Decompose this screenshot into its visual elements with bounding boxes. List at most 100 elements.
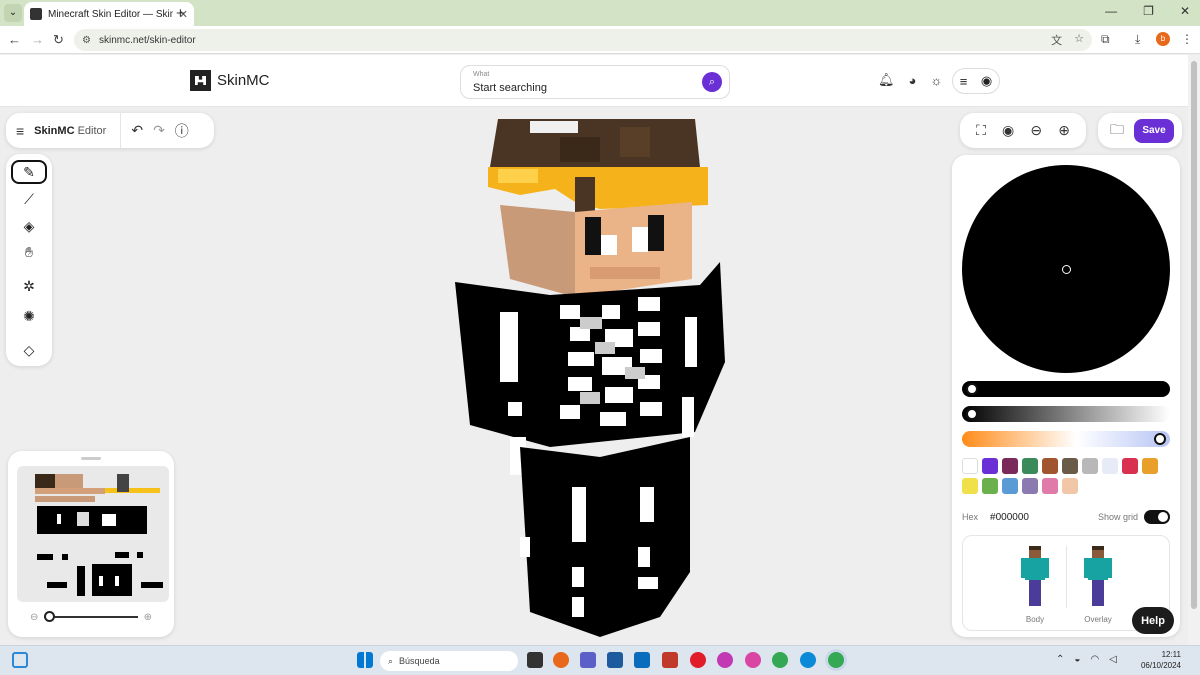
- body-layer-option[interactable]: Body: [1015, 544, 1055, 624]
- hamburger-icon[interactable]: ≡: [16, 123, 24, 139]
- bell-icon[interactable]: 🔔︎: [878, 72, 895, 88]
- hue-slider[interactable]: [962, 381, 1170, 397]
- eyedropper-tool-button[interactable]: ⟋: [11, 187, 47, 211]
- hand-tool-button[interactable]: ✋︎: [11, 240, 47, 264]
- forward-icon[interactable]: →: [31, 32, 44, 47]
- color-swatch[interactable]: [1042, 478, 1058, 494]
- mail-icon[interactable]: [634, 652, 650, 668]
- color-swatch[interactable]: [1062, 458, 1078, 474]
- widgets-icon[interactable]: [12, 652, 28, 668]
- color-swatch[interactable]: [1142, 458, 1158, 474]
- edge-icon[interactable]: [800, 652, 816, 668]
- undo-icon[interactable]: ↶: [131, 122, 143, 139]
- volume-icon[interactable]: ◁: [1109, 654, 1117, 665]
- chrome-icon[interactable]: [772, 652, 788, 668]
- recent-gradient-slider[interactable]: [962, 431, 1170, 447]
- page-scrollbar[interactable]: [1188, 55, 1200, 645]
- color-wheel[interactable]: [962, 165, 1170, 373]
- theme-sun-icon[interactable]: ☼: [930, 73, 942, 88]
- browser-tab-bar: ⌄ Minecraft Skin Editor — SkinMC ✕ + — ❐…: [0, 0, 1200, 26]
- eraser-tool-button[interactable]: ◇: [11, 338, 47, 362]
- firefox-icon[interactable]: [553, 652, 569, 668]
- eye-icon[interactable]: ◉: [1002, 122, 1014, 139]
- back-icon[interactable]: ←: [8, 32, 21, 47]
- folder-icon[interactable]: 🗀: [1110, 119, 1124, 143]
- download-icon[interactable]: ⤓: [1135, 32, 1140, 47]
- color-swatch[interactable]: [1002, 458, 1018, 474]
- color-swatch[interactable]: [1102, 458, 1118, 474]
- bucket-tool-button[interactable]: ◈: [11, 214, 47, 238]
- fullscreen-icon[interactable]: ⛶: [976, 122, 986, 139]
- color-swatch[interactable]: [1022, 458, 1038, 474]
- hex-input[interactable]: #000000: [990, 512, 1029, 523]
- darken-tool-button[interactable]: ✺: [11, 304, 47, 328]
- opera-gx-icon[interactable]: [717, 652, 733, 668]
- opera-icon[interactable]: [690, 652, 706, 668]
- color-swatch[interactable]: [1082, 458, 1098, 474]
- color-swatch[interactable]: [982, 458, 998, 474]
- site-info-icon[interactable]: ⚙: [82, 35, 91, 46]
- new-tab-button[interactable]: +: [176, 5, 185, 22]
- maximize-button[interactable]: ❐: [1143, 4, 1154, 18]
- color-swatch[interactable]: [1002, 478, 1018, 494]
- browser-menu-icon[interactable]: ⋮: [1181, 32, 1193, 46]
- lighten-tool-button[interactable]: ✲: [11, 274, 47, 298]
- pen-tool-button[interactable]: ✎: [11, 160, 47, 184]
- color-swatch[interactable]: [1122, 458, 1138, 474]
- account-menu-button[interactable]: ≡ ◉: [952, 68, 1000, 94]
- slider-knob[interactable]: [1154, 433, 1166, 445]
- lightness-slider[interactable]: [962, 406, 1170, 422]
- bookmark-star-icon[interactable]: ☆: [1074, 32, 1084, 48]
- tab-list-button[interactable]: ⌄: [4, 4, 22, 22]
- chevron-up-icon[interactable]: ⌃: [1056, 654, 1064, 665]
- color-swatch[interactable]: [1022, 478, 1038, 494]
- color-swatch[interactable]: [1062, 478, 1078, 494]
- extensions-icon[interactable]: ⧉: [1101, 32, 1110, 47]
- zoom-in-icon[interactable]: ⊕: [144, 612, 152, 623]
- minimize-button[interactable]: —: [1105, 4, 1117, 18]
- windows-start-icon[interactable]: [357, 652, 373, 668]
- profile-avatar[interactable]: b: [1156, 32, 1170, 46]
- browser-icon[interactable]: [745, 652, 761, 668]
- search-icon[interactable]: ⌕: [702, 72, 722, 92]
- help-button[interactable]: Help: [1132, 607, 1174, 634]
- slider-knob[interactable]: [44, 611, 56, 622]
- office-icon[interactable]: [662, 652, 678, 668]
- search-input[interactable]: What Start searching ⌕: [460, 65, 730, 99]
- chrome-active-icon[interactable]: [828, 652, 844, 668]
- redo-icon[interactable]: ↷: [153, 122, 165, 139]
- task-view-icon[interactable]: [527, 652, 543, 668]
- skin-texture-map[interactable]: [17, 466, 169, 602]
- slider-knob[interactable]: [966, 383, 978, 395]
- browser-tab[interactable]: Minecraft Skin Editor — SkinMC ✕: [24, 2, 194, 26]
- taskbar-search[interactable]: ⌕ Búsqueda: [380, 651, 518, 671]
- save-button[interactable]: Save: [1134, 118, 1174, 143]
- scrollbar-thumb[interactable]: [1191, 61, 1197, 609]
- color-swatch[interactable]: [1042, 458, 1058, 474]
- network-icon[interactable]: ◒: [1074, 654, 1080, 665]
- show-grid-toggle[interactable]: [1144, 510, 1170, 524]
- zoom-out-icon[interactable]: ⊖: [30, 612, 38, 623]
- slider-knob[interactable]: [966, 408, 978, 420]
- reload-icon[interactable]: ↻: [53, 32, 64, 48]
- zoom-in-icon[interactable]: ⊕: [1058, 122, 1070, 139]
- close-window-button[interactable]: ✕: [1180, 4, 1190, 18]
- zoom-slider[interactable]: [44, 611, 138, 622]
- drag-handle[interactable]: [81, 457, 101, 460]
- site-logo[interactable]: SkinMC: [190, 70, 270, 91]
- color-swatch[interactable]: [962, 458, 978, 474]
- color-swatch[interactable]: [962, 478, 978, 494]
- teams-icon[interactable]: [580, 652, 596, 668]
- taskbar-search-text: Búsqueda: [399, 656, 440, 666]
- help-circle-icon[interactable]: ⓘ: [175, 121, 189, 141]
- clock[interactable]: 12:11 06/10/2024: [1133, 649, 1181, 671]
- translate-icon[interactable]: 文: [1051, 32, 1062, 48]
- wifi-icon[interactable]: ◠: [1090, 654, 1099, 665]
- address-bar[interactable]: ⚙ skinmc.net/skin-editor 文 ☆: [74, 29, 1092, 51]
- overlay-layer-option[interactable]: Overlay: [1078, 544, 1118, 624]
- globe-icon[interactable]: ◕: [909, 73, 917, 88]
- color-swatch[interactable]: [982, 478, 998, 494]
- zoom-out-icon[interactable]: ⊖: [1030, 122, 1042, 139]
- app-icon[interactable]: [607, 652, 623, 668]
- color-wheel-handle[interactable]: [1062, 265, 1071, 274]
